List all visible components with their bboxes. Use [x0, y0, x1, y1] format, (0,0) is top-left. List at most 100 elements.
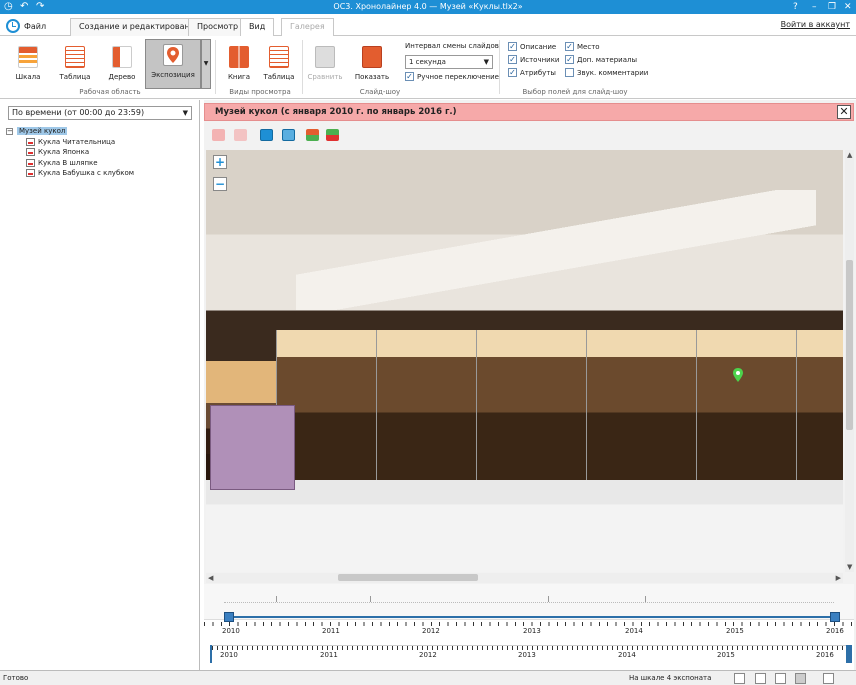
book-label: Книга [227, 73, 251, 81]
checkbox-checked-icon: ✓ [508, 68, 517, 77]
exposition-image[interactable]: + − [206, 150, 843, 572]
fit-image-icon[interactable] [260, 129, 273, 141]
field-audio-checkbox[interactable]: Звук. комментарии [565, 68, 648, 77]
close-panel-button[interactable]: ✕ [837, 105, 851, 119]
exposition-label: Экспозиция [151, 71, 195, 79]
ribbon-tabs: Файл Создание и редактирование Просмотр … [0, 14, 856, 37]
map-pin-icon [163, 44, 183, 66]
window-title: ОС3. Хронолайнер 4.0 — Музей «Куклы.tlx2… [333, 2, 523, 11]
tree-view-icon[interactable] [775, 673, 786, 684]
minimize-button[interactable]: – [812, 1, 817, 13]
time-filter-select[interactable]: По времени (от 00:00 до 23:59) ▼ [8, 106, 192, 120]
field-description-label: Описание [520, 42, 557, 51]
document-icon [26, 169, 35, 177]
field-description-checkbox[interactable]: ✓ Описание [508, 42, 556, 51]
exposition-dropdown[interactable]: ▼ [201, 39, 211, 89]
book-button[interactable]: Книга [224, 42, 254, 86]
scroll-down-icon[interactable]: ▼ [847, 562, 852, 572]
checkbox-checked-icon: ✓ [565, 55, 574, 64]
collapse-icon[interactable]: − [6, 128, 13, 135]
delete-image-icon[interactable] [326, 129, 339, 141]
field-extra-label: Доп. материалы [577, 55, 638, 64]
timeline-scale: 2010 2011 2012 2013 2014 2015 2016 [204, 622, 854, 640]
timeline[interactable]: 2010 2011 2012 2013 2014 2015 2016 2010 … [204, 584, 854, 670]
zoom-in-button[interactable]: + [213, 155, 227, 169]
scroll-right-icon[interactable]: ▶ [836, 573, 841, 583]
range-end-handle[interactable] [830, 612, 840, 622]
exposition-toolbar [204, 122, 854, 148]
manual-label: Ручное переключение [417, 72, 499, 81]
table-view-icon[interactable] [755, 673, 766, 684]
table-view-button[interactable]: Таблица [261, 42, 297, 86]
horizontal-scrollbar[interactable]: ◀ ▶ [206, 573, 843, 583]
show-button[interactable]: Показать [354, 42, 390, 86]
tree-item-label: Кукла В шляпке [38, 158, 98, 167]
add-marker-icon[interactable] [212, 129, 225, 141]
field-attrs-checkbox[interactable]: ✓ Атрибуты [508, 68, 556, 77]
year-label: 2016 [816, 651, 834, 659]
year-label: 2010 [220, 651, 238, 659]
compare-button[interactable]: Сравнить [306, 42, 344, 86]
title-bar: ◷ ↶ ↷ ОС3. Хронолайнер 4.0 — Музей «Кукл… [0, 0, 856, 14]
tree-item[interactable]: Кукла Японка [6, 147, 134, 158]
exposition-view-icon[interactable] [795, 673, 806, 684]
mail-icon[interactable] [823, 673, 834, 684]
status-count: На шкале 4 экспоната [629, 674, 712, 682]
tree-item[interactable]: Кукла Бабушка с клубком [6, 168, 134, 179]
map-pin-icon[interactable] [733, 368, 743, 382]
tree-item-label: Кукла Читательница [38, 137, 116, 146]
vertical-scroll-thumb[interactable] [846, 260, 853, 430]
remove-marker-icon[interactable] [234, 129, 247, 141]
year-label: 2016 [826, 627, 844, 635]
interval-select[interactable]: 1 секунда ▼ [405, 55, 493, 69]
help-button[interactable]: ? [793, 1, 798, 13]
close-window-button[interactable]: ✕ [844, 1, 852, 13]
range-start-handle[interactable] [224, 612, 234, 622]
status-bar: Готово На шкале 4 экспоната [0, 670, 856, 685]
year-label: 2013 [518, 651, 536, 659]
field-place-checkbox[interactable]: ✓ Место [565, 42, 600, 51]
overview-scale: 2010 2011 2012 2013 2014 2015 2016 [212, 645, 846, 663]
tab-gallery[interactable]: Галерея [281, 18, 334, 36]
manual-switch-checkbox[interactable]: ✓ Ручное переключение [405, 72, 499, 81]
timeline-nav-right[interactable] [846, 645, 852, 663]
checkbox-checked-icon: ✓ [508, 55, 517, 64]
table2-label: Таблица [263, 73, 295, 81]
tree-button[interactable]: Дерево [104, 42, 140, 86]
year-label: 2015 [726, 627, 744, 635]
group-views: Виды просмотра [229, 88, 291, 96]
zoom-out-button[interactable]: − [213, 177, 227, 191]
checkbox-unchecked-icon [565, 68, 574, 77]
tree-label: Дерево [108, 73, 136, 81]
group-workspace: Рабочая область [79, 88, 141, 96]
table-label: Таблица [59, 73, 91, 81]
exposition-button[interactable]: Экспозиция [145, 39, 201, 89]
tree-view: − Музей кукол Кукла Читательница Кукла Яп… [6, 126, 134, 179]
horizontal-scroll-thumb[interactable] [338, 574, 478, 581]
year-label: 2011 [322, 627, 340, 635]
tree-root[interactable]: − Музей кукол [6, 126, 134, 137]
scale-view-icon[interactable] [734, 673, 745, 684]
field-sources-checkbox[interactable]: ✓ Источники [508, 55, 559, 64]
stretch-image-icon[interactable] [282, 129, 295, 141]
exposition-header: Музей кукол (с января 2010 г. по январь … [204, 103, 854, 121]
tree-item[interactable]: Кукла В шляпке [6, 158, 134, 169]
field-attrs-label: Атрибуты [520, 68, 556, 77]
field-sources-label: Источники [520, 55, 560, 64]
tab-view[interactable]: Вид [240, 18, 275, 37]
scroll-left-icon[interactable]: ◀ [208, 573, 213, 583]
scale-button[interactable]: Шкала [10, 42, 46, 86]
tree-item[interactable]: Кукла Читательница [6, 137, 134, 148]
login-link[interactable]: Войти в аккаунт [781, 20, 850, 29]
field-extra-checkbox[interactable]: ✓ Доп. материалы [565, 55, 637, 64]
compare-icon [315, 46, 335, 68]
table-button[interactable]: Таблица [56, 42, 94, 86]
file-menu-button[interactable]: Файл [6, 17, 64, 35]
tab-preview[interactable]: Просмотр [188, 18, 248, 36]
scroll-up-icon[interactable]: ▲ [847, 150, 852, 160]
ribbon: Шкала Таблица Дерево Экспозиция ▼ Рабоча… [0, 36, 856, 99]
timeline-track[interactable] [204, 584, 854, 620]
vertical-scrollbar[interactable]: ▲ ▼ [845, 150, 854, 572]
add-image-icon[interactable] [306, 129, 319, 141]
restore-button[interactable]: ❐ [828, 1, 836, 13]
